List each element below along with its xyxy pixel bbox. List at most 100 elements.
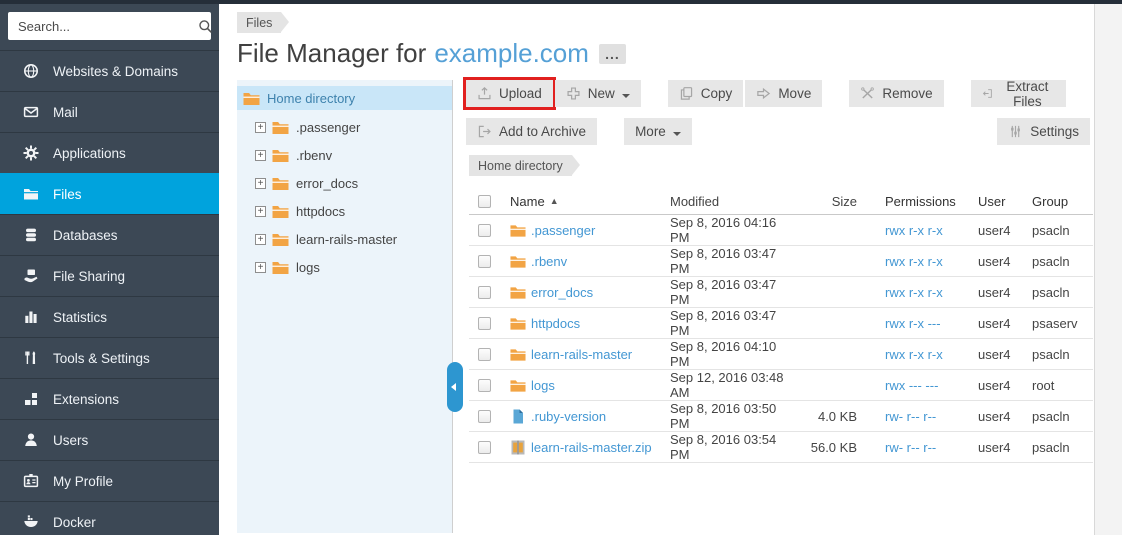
sidebar-item-files[interactable]: Files: [0, 173, 219, 214]
settings-button[interactable]: Settings: [997, 118, 1090, 145]
new-button[interactable]: New: [555, 80, 641, 107]
sidebar-item-file-sharing[interactable]: File Sharing: [0, 255, 219, 296]
tree-collapse-handle[interactable]: [447, 362, 463, 412]
expand-icon[interactable]: +: [255, 150, 266, 161]
tree-item-error-docs[interactable]: +error_docs: [237, 172, 452, 194]
column-header-group[interactable]: Group: [1024, 194, 1093, 209]
row-checkbox[interactable]: [478, 441, 491, 454]
page-title-domain[interactable]: example.com: [434, 38, 589, 69]
permissions-link[interactable]: rwx r-x r-x: [885, 223, 943, 238]
more-button[interactable]: More: [624, 118, 692, 145]
cell-group: psacln: [1024, 347, 1093, 362]
permissions-link[interactable]: rwx r-x ---: [885, 316, 941, 331]
sidebar-item-databases[interactable]: Databases: [0, 214, 219, 255]
file-name-link[interactable]: learn-rails-master: [531, 347, 632, 362]
permissions-link[interactable]: rwx --- ---: [885, 378, 938, 393]
permissions-link[interactable]: rwx r-x r-x: [885, 254, 943, 269]
button-label: More: [635, 124, 666, 139]
permissions-link[interactable]: rwx r-x r-x: [885, 347, 943, 362]
select-all-checkbox[interactable]: [478, 195, 491, 208]
cell-modified: Sep 8, 2016 03:47 PM: [661, 308, 799, 338]
table-row-passenger: .passenger Sep 8, 2016 04:16 PM rwx r-x …: [469, 215, 1093, 246]
cell-size: 56.0 KB: [799, 440, 869, 455]
extract-files-button[interactable]: Extract Files: [971, 80, 1066, 107]
search-box[interactable]: [8, 12, 211, 40]
tree-item-label: .passenger: [296, 120, 360, 135]
upload-button[interactable]: Upload: [466, 80, 553, 107]
path-breadcrumb-home-directory[interactable]: Home directory: [469, 155, 572, 176]
cell-checkbox: [469, 348, 501, 361]
tree-item-passenger[interactable]: + .passenger: [237, 116, 452, 138]
expand-icon[interactable]: +: [255, 206, 266, 217]
column-header-size[interactable]: Size: [799, 194, 869, 209]
file-manager-pane: UploadNew CopyMove Remove Extract Files Add…: [461, 76, 1093, 535]
file-name-link[interactable]: logs: [531, 378, 555, 393]
file-name-link[interactable]: learn-rails-master.zip: [531, 440, 652, 455]
expand-icon[interactable]: +: [255, 234, 266, 245]
permissions-link[interactable]: rw- r-- r--: [885, 409, 936, 424]
cell-user: user4: [969, 378, 1024, 393]
copy-button[interactable]: Copy: [668, 80, 744, 107]
sidebar-item-label: Tools & Settings: [53, 351, 150, 366]
breadcrumb-files-tab[interactable]: Files: [237, 12, 281, 33]
sidebar-item-my-profile[interactable]: My Profile: [0, 460, 219, 501]
cell-modified: Sep 8, 2016 03:47 PM: [661, 246, 799, 276]
expand-icon[interactable]: +: [255, 122, 266, 133]
sidebar-item-tools-settings[interactable]: Tools & Settings: [0, 337, 219, 378]
column-header-permissions[interactable]: Permissions: [869, 194, 969, 209]
page-background-strip: [1094, 4, 1122, 535]
expand-icon[interactable]: +: [255, 262, 266, 273]
row-checkbox[interactable]: [478, 317, 491, 330]
tree-item-httpdocs[interactable]: +httpdocs: [237, 200, 452, 222]
file-name-link[interactable]: .passenger: [531, 223, 595, 238]
sidebar-item-applications[interactable]: Applications: [0, 132, 219, 173]
row-checkbox[interactable]: [478, 286, 491, 299]
cell-size: 4.0 KB: [799, 409, 869, 424]
tree-item-home-directory[interactable]: Home directory: [237, 86, 452, 110]
title-more-button[interactable]: ...: [599, 44, 626, 64]
tree-item-label: learn-rails-master: [296, 232, 397, 247]
expand-icon[interactable]: +: [255, 178, 266, 189]
table-row-error-docs: error_docs Sep 8, 2016 03:47 PM rwx r-x …: [469, 277, 1093, 308]
column-header-name[interactable]: Name▲: [501, 194, 661, 209]
permissions-link[interactable]: rw- r-- r--: [885, 440, 936, 455]
id-card-icon: [23, 473, 39, 489]
page-title-prefix: File Manager for: [237, 38, 426, 69]
sidebar-item-extensions[interactable]: Extensions: [0, 378, 219, 419]
file-name-link[interactable]: .ruby-version: [531, 409, 606, 424]
file-name-link[interactable]: error_docs: [531, 285, 593, 300]
cell-checkbox: [469, 317, 501, 330]
row-checkbox[interactable]: [478, 379, 491, 392]
sidebar-item-mail[interactable]: Mail: [0, 91, 219, 132]
table-row-learn-rails-master: learn-rails-master Sep 8, 2016 04:10 PM …: [469, 339, 1093, 370]
move-button[interactable]: Move: [745, 80, 822, 107]
permissions-link[interactable]: rwx r-x r-x: [885, 285, 943, 300]
row-checkbox[interactable]: [478, 348, 491, 361]
folder-icon: [510, 316, 526, 331]
row-checkbox[interactable]: [478, 410, 491, 423]
search-input[interactable]: [8, 19, 198, 34]
tree-item-learn-rails-master[interactable]: + learn-rails-master: [237, 228, 452, 250]
search-icon[interactable]: [198, 19, 213, 34]
column-header-user[interactable]: User: [969, 194, 1024, 209]
sidebar-item-docker[interactable]: Docker: [0, 501, 219, 542]
sidebar-item-users[interactable]: Users: [0, 419, 219, 460]
cell-user: user4: [969, 223, 1024, 238]
extensions-icon: [23, 391, 39, 407]
cell-group: root: [1024, 378, 1093, 393]
tree-item-rbenv[interactable]: +.rbenv: [237, 144, 452, 166]
sidebar-item-websites-domains[interactable]: Websites & Domains: [0, 50, 219, 91]
row-checkbox[interactable]: [478, 255, 491, 268]
mail-icon: [23, 104, 39, 120]
remove-button[interactable]: Remove: [849, 80, 943, 107]
tree-item-logs[interactable]: +logs: [237, 256, 452, 278]
cell-checkbox: [469, 224, 501, 237]
file-name-link[interactable]: httpdocs: [531, 316, 580, 331]
add-to-archive-button[interactable]: Add to Archive: [466, 118, 597, 145]
column-header-modified[interactable]: Modified: [661, 194, 799, 209]
file-name-link[interactable]: .rbenv: [531, 254, 567, 269]
row-checkbox[interactable]: [478, 224, 491, 237]
table-header-row: Name▲ModifiedSizePermissionsUserGroup: [469, 188, 1093, 215]
cell-name: .passenger: [501, 223, 661, 238]
sidebar-item-statistics[interactable]: Statistics: [0, 296, 219, 337]
